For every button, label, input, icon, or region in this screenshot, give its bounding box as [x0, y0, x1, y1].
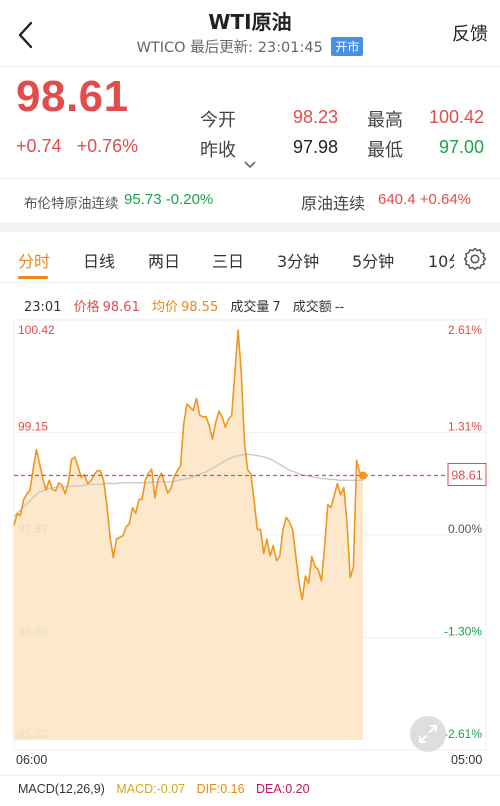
current-price-label: 98.61 — [451, 469, 482, 483]
info-vol-value: 7 — [272, 300, 281, 315]
current-price: 98.61 — [16, 72, 129, 121]
tab-daily[interactable]: 日线 — [83, 248, 115, 272]
update-label: 最后更新: — [190, 40, 254, 56]
tabs-divider — [0, 282, 500, 283]
macd-divider — [0, 774, 500, 776]
prev-close-value: 97.98 — [292, 137, 338, 157]
x-tick-start: 06:00 — [16, 753, 48, 767]
chart-tabs: 分时 日线 两日 三日 3分钟 5分钟 10分 — [0, 236, 500, 280]
info-avg-value: 98.55 — [181, 300, 219, 315]
y-tick-left: 100.42 — [18, 323, 55, 337]
expand-chevron-icon[interactable] — [243, 160, 257, 170]
expand-arrows-icon — [419, 725, 437, 743]
y-tick-right: 0.00% — [448, 522, 482, 536]
header-bar: WTI原油 WTICO 最后更新: 23:01:45 开市 反馈 — [0, 0, 500, 66]
info-avg-label: 均价 — [151, 300, 178, 315]
crude-change: +0.64% — [419, 191, 472, 208]
fullscreen-button[interactable] — [410, 716, 446, 752]
macd-info: MACD(12,26,9) MACD:-0.07 DIF:0.16 DEA:0.… — [18, 782, 318, 796]
active-tab-indicator — [18, 276, 48, 279]
high-label: 最高 — [367, 110, 403, 131]
tab-two-day[interactable]: 两日 — [148, 248, 180, 272]
y-tick-right: 1.31% — [448, 420, 482, 434]
open-value: 98.23 — [292, 107, 338, 127]
macd-title: MACD(12,26,9) — [18, 782, 105, 796]
y-tick-left: 99.15 — [18, 420, 48, 434]
change-percent: +0.76% — [76, 136, 139, 156]
info-volume: 成交量 7 — [230, 300, 280, 315]
info-amount-value: -- — [334, 300, 345, 315]
x-tick-end: 05:00 — [451, 753, 483, 767]
quote-divider — [0, 178, 500, 179]
related-item-brent-price[interactable]: 95.73 -0.20% — [124, 191, 213, 208]
dea-value: DEA:0.20 — [256, 782, 310, 796]
info-vol-label: 成交量 — [230, 300, 270, 315]
info-price-label: 价格 — [73, 300, 100, 315]
related-item-crude-price[interactable]: 640.4 +0.64% — [378, 191, 471, 208]
tab-intraday[interactable]: 分时 — [18, 248, 50, 272]
page-title: WTI原油 — [208, 10, 292, 34]
info-price-value: 98.61 — [102, 300, 140, 315]
header-divider — [0, 66, 500, 67]
info-time: 23:01 — [24, 300, 62, 315]
intraday-chart[interactable]: 100.422.61%99.151.31%97.870.00%96.60-1.3… — [0, 318, 500, 758]
feedback-button[interactable]: 反馈 — [452, 20, 488, 46]
change-value: +0.74 — [16, 136, 62, 156]
brent-change: -0.20% — [165, 191, 214, 208]
low-label: 最低 — [367, 140, 403, 161]
gear-icon[interactable] — [462, 246, 488, 272]
price-change: +0.74 +0.76% — [16, 136, 148, 157]
related-item-crude-label[interactable]: 原油连续 — [301, 190, 365, 214]
market-status-badge: 开市 — [331, 37, 364, 56]
crosshair-info: 23:01 价格 98.61 均价 98.55 成交量 7 成交额 -- — [24, 296, 352, 315]
info-price: 价格 98.61 — [74, 300, 140, 315]
brent-price: 95.73 — [124, 191, 162, 208]
crude-price: 640.4 — [378, 191, 416, 208]
related-item-brent-label[interactable]: 布伦特原油连续 — [24, 192, 119, 212]
info-avg: 均价 98.55 — [152, 300, 218, 315]
tab-10min[interactable]: 10分 — [428, 248, 454, 272]
low-value: 97.00 — [438, 137, 484, 157]
y-tick-right: -1.30% — [444, 625, 482, 639]
info-amount-label: 成交额 — [292, 300, 332, 315]
info-amount: 成交额 -- — [293, 300, 344, 315]
symbol-code: WTICO — [136, 40, 186, 56]
tab-3min[interactable]: 3分钟 — [277, 248, 319, 272]
prev-close-label: 昨收 — [200, 140, 236, 161]
high-value: 100.42 — [428, 107, 484, 127]
page-subtitle: WTICO 最后更新: 23:01:45 开市 — [0, 36, 500, 57]
open-label: 今开 — [200, 110, 236, 131]
section-gap — [0, 222, 500, 232]
macd-value: MACD:-0.07 — [116, 782, 186, 796]
dif-value: DIF:0.16 — [196, 782, 245, 796]
tab-three-day[interactable]: 三日 — [212, 248, 244, 272]
y-tick-right: -2.61% — [444, 727, 482, 741]
current-point-marker — [359, 471, 367, 480]
y-tick-right: 2.61% — [448, 323, 482, 337]
related-contracts-row: 布伦特原油连续 95.73 -0.20% 原油连续 640.4 +0.64% — [0, 180, 500, 220]
tab-5min[interactable]: 5分钟 — [352, 248, 394, 272]
update-time: 23:01:45 — [257, 40, 323, 56]
